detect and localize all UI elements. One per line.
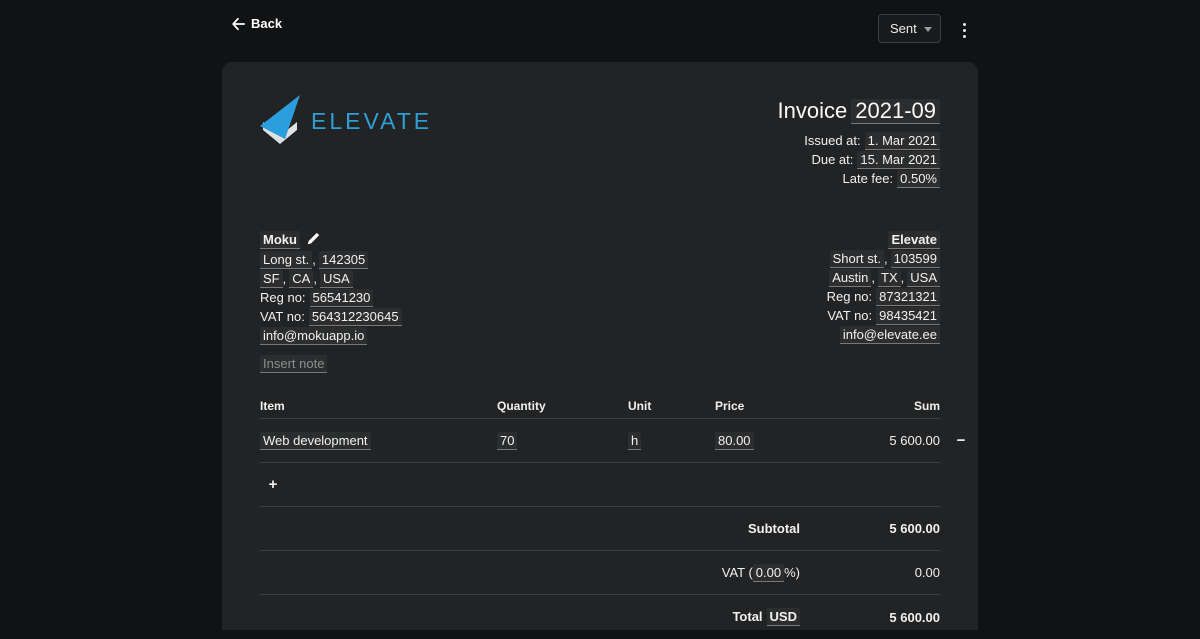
client-address-block: Moku Long st.,142305 SF,CA,USA Reg no:56… (260, 230, 402, 345)
late-fee-label: Late fee: (843, 171, 894, 186)
header-unit: Unit (628, 399, 715, 413)
seller-street-field[interactable]: Short st. (830, 250, 884, 268)
seller-zip-field[interactable]: 103599 (891, 250, 940, 268)
late-fee-field[interactable]: 0.50% (897, 170, 940, 188)
add-item-row: + (260, 463, 940, 507)
issued-at-row: Issued at: 1. Mar 2021 (778, 131, 940, 150)
vat-label-suffix: %) (784, 565, 800, 580)
add-row-button[interactable]: + (264, 476, 282, 494)
item-quantity-field[interactable]: 70 (497, 432, 517, 450)
issued-at-field[interactable]: 1. Mar 2021 (865, 132, 940, 150)
client-reg-label: Reg no: (260, 290, 306, 305)
item-sum-value: 5 600.00 (820, 433, 940, 448)
items-table: Item Quantity Unit Price Sum Web develop… (260, 393, 940, 639)
header-price: Price (715, 399, 820, 413)
back-arrow-icon (231, 17, 245, 31)
company-logo: ELEVATE (258, 94, 432, 148)
seller-address-block: Elevate Short st.,103599 Austin,TX,USA R… (827, 230, 940, 345)
item-price-field[interactable]: 80.00 (715, 432, 754, 450)
kebab-icon (963, 23, 966, 26)
seller-country-field[interactable]: USA (907, 269, 940, 287)
client-street-field[interactable]: Long st. (260, 251, 312, 269)
invoice-title-label: Invoice (778, 98, 848, 123)
brand-name: ELEVATE (311, 108, 432, 135)
header-sum: Sum (820, 399, 940, 413)
remove-row-button[interactable]: − (952, 432, 970, 450)
client-vat-field[interactable]: 564312230645 (309, 308, 402, 326)
due-at-label: Due at: (811, 152, 853, 167)
edit-pencil-icon[interactable] (307, 233, 320, 248)
seller-city-field[interactable]: Austin (829, 269, 871, 287)
seller-email-field[interactable]: info@elevate.ee (840, 326, 940, 344)
subtotal-label: Subtotal (260, 521, 800, 536)
items-table-header: Item Quantity Unit Price Sum (260, 393, 940, 419)
paper-plane-icon (258, 94, 302, 148)
seller-name-field[interactable]: Elevate (888, 231, 940, 249)
header-quantity: Quantity (497, 399, 628, 413)
issued-at-label: Issued at: (804, 133, 860, 148)
client-zip-field[interactable]: 142305 (319, 251, 368, 269)
seller-vat-label: VAT no: (827, 308, 872, 323)
chevron-down-icon (924, 27, 932, 32)
invoice-title: Invoice2021-09 (778, 98, 940, 124)
currency-field[interactable]: USD (767, 608, 800, 626)
item-unit-field[interactable]: h (628, 432, 641, 450)
vat-value: 0.00 (800, 565, 940, 580)
more-options-button[interactable] (956, 18, 972, 42)
back-label: Back (251, 16, 282, 31)
subtotal-row: Subtotal 5 600.00 (260, 507, 940, 551)
total-value: 5 600.00 (800, 610, 940, 625)
table-row: Web development 70 h 80.00 5 600.00 − (260, 419, 940, 463)
total-row: Total USD 5 600.00 (260, 595, 940, 639)
client-email-field[interactable]: info@mokuapp.io (260, 327, 367, 345)
client-state-field[interactable]: CA (289, 270, 313, 288)
invoice-card: ELEVATE Invoice2021-09 Issued at: 1. Mar … (222, 62, 978, 630)
subtotal-value: 5 600.00 (800, 521, 940, 536)
note-input[interactable]: Insert note (260, 355, 327, 373)
vat-row: VAT (0.00%) 0.00 (260, 551, 940, 595)
vat-label-prefix: VAT ( (722, 565, 753, 580)
seller-reg-field[interactable]: 87321321 (876, 288, 940, 306)
seller-state-field[interactable]: TX (878, 269, 901, 287)
client-city-field[interactable]: SF (260, 270, 283, 288)
invoice-number-field[interactable]: 2021-09 (851, 99, 940, 124)
due-at-row: Due at: 15. Mar 2021 (778, 150, 940, 169)
status-dropdown-value: Sent (890, 21, 917, 36)
seller-reg-label: Reg no: (827, 289, 873, 304)
back-button[interactable]: Back (231, 16, 282, 31)
client-vat-label: VAT no: (260, 309, 305, 324)
due-at-field[interactable]: 15. Mar 2021 (857, 151, 940, 169)
seller-vat-field[interactable]: 98435421 (876, 307, 940, 325)
total-label: Total (732, 609, 762, 624)
client-reg-field[interactable]: 56541230 (310, 289, 374, 307)
late-fee-row: Late fee:0.50% (778, 169, 940, 188)
item-name-field[interactable]: Web development (260, 432, 371, 450)
status-dropdown[interactable]: Sent (878, 14, 941, 43)
client-name-field[interactable]: Moku (260, 231, 300, 249)
client-country-field[interactable]: USA (320, 270, 353, 288)
header-item: Item (260, 399, 497, 413)
vat-rate-field[interactable]: 0.00 (753, 564, 784, 582)
